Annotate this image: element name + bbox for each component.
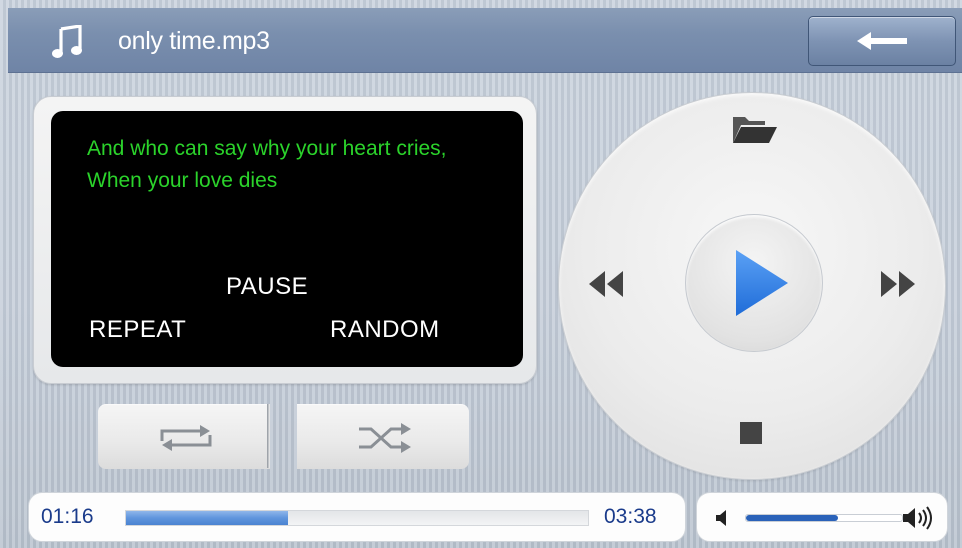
music-player: only time.mp3 And who can say why your h… [0,0,962,548]
repeat-icon [160,425,212,451]
progress-bar[interactable] [125,510,589,526]
lyrics-display: And who can say why your heart cries, Wh… [51,111,523,367]
volume-slider[interactable] [745,514,903,522]
play-icon [736,250,788,316]
next-button[interactable] [879,269,917,304]
music-note-icon [52,25,82,58]
volume-low-icon [716,510,726,526]
previous-button[interactable] [587,269,625,304]
lyrics-text: And who can say why your heart cries, Wh… [87,137,447,192]
stop-icon [740,422,762,444]
shuffle-button[interactable] [297,404,469,469]
repeat-button[interactable] [98,404,270,469]
rewind-icon [589,271,623,297]
random-status-label: RANDOM [330,316,440,343]
progress-fill [126,511,288,525]
fast-forward-icon [881,271,915,297]
lyrics-display-frame: And who can say why your heart cries, Wh… [33,96,537,384]
total-time: 03:38 [604,505,657,528]
title-bar: only time.mp3 [8,8,962,73]
open-folder-button[interactable] [731,115,779,150]
back-button[interactable] [808,16,956,66]
volume-panel [696,492,948,542]
volume-high-icon [903,506,932,530]
volume-fill [746,515,839,521]
play-state-label: PAUSE [226,273,309,300]
elapsed-time: 01:16 [41,505,94,528]
repeat-status-label: REPEAT [89,316,187,343]
back-arrow-icon [857,32,907,50]
folder-open-icon [733,117,777,143]
shuffle-icon [359,423,411,453]
stop-button[interactable] [739,421,763,450]
mode-button-divider [267,404,270,468]
track-title: only time.mp3 [118,27,270,55]
play-button[interactable] [685,214,823,352]
control-pad [558,92,946,480]
progress-panel: 01:16 03:38 [28,492,686,542]
